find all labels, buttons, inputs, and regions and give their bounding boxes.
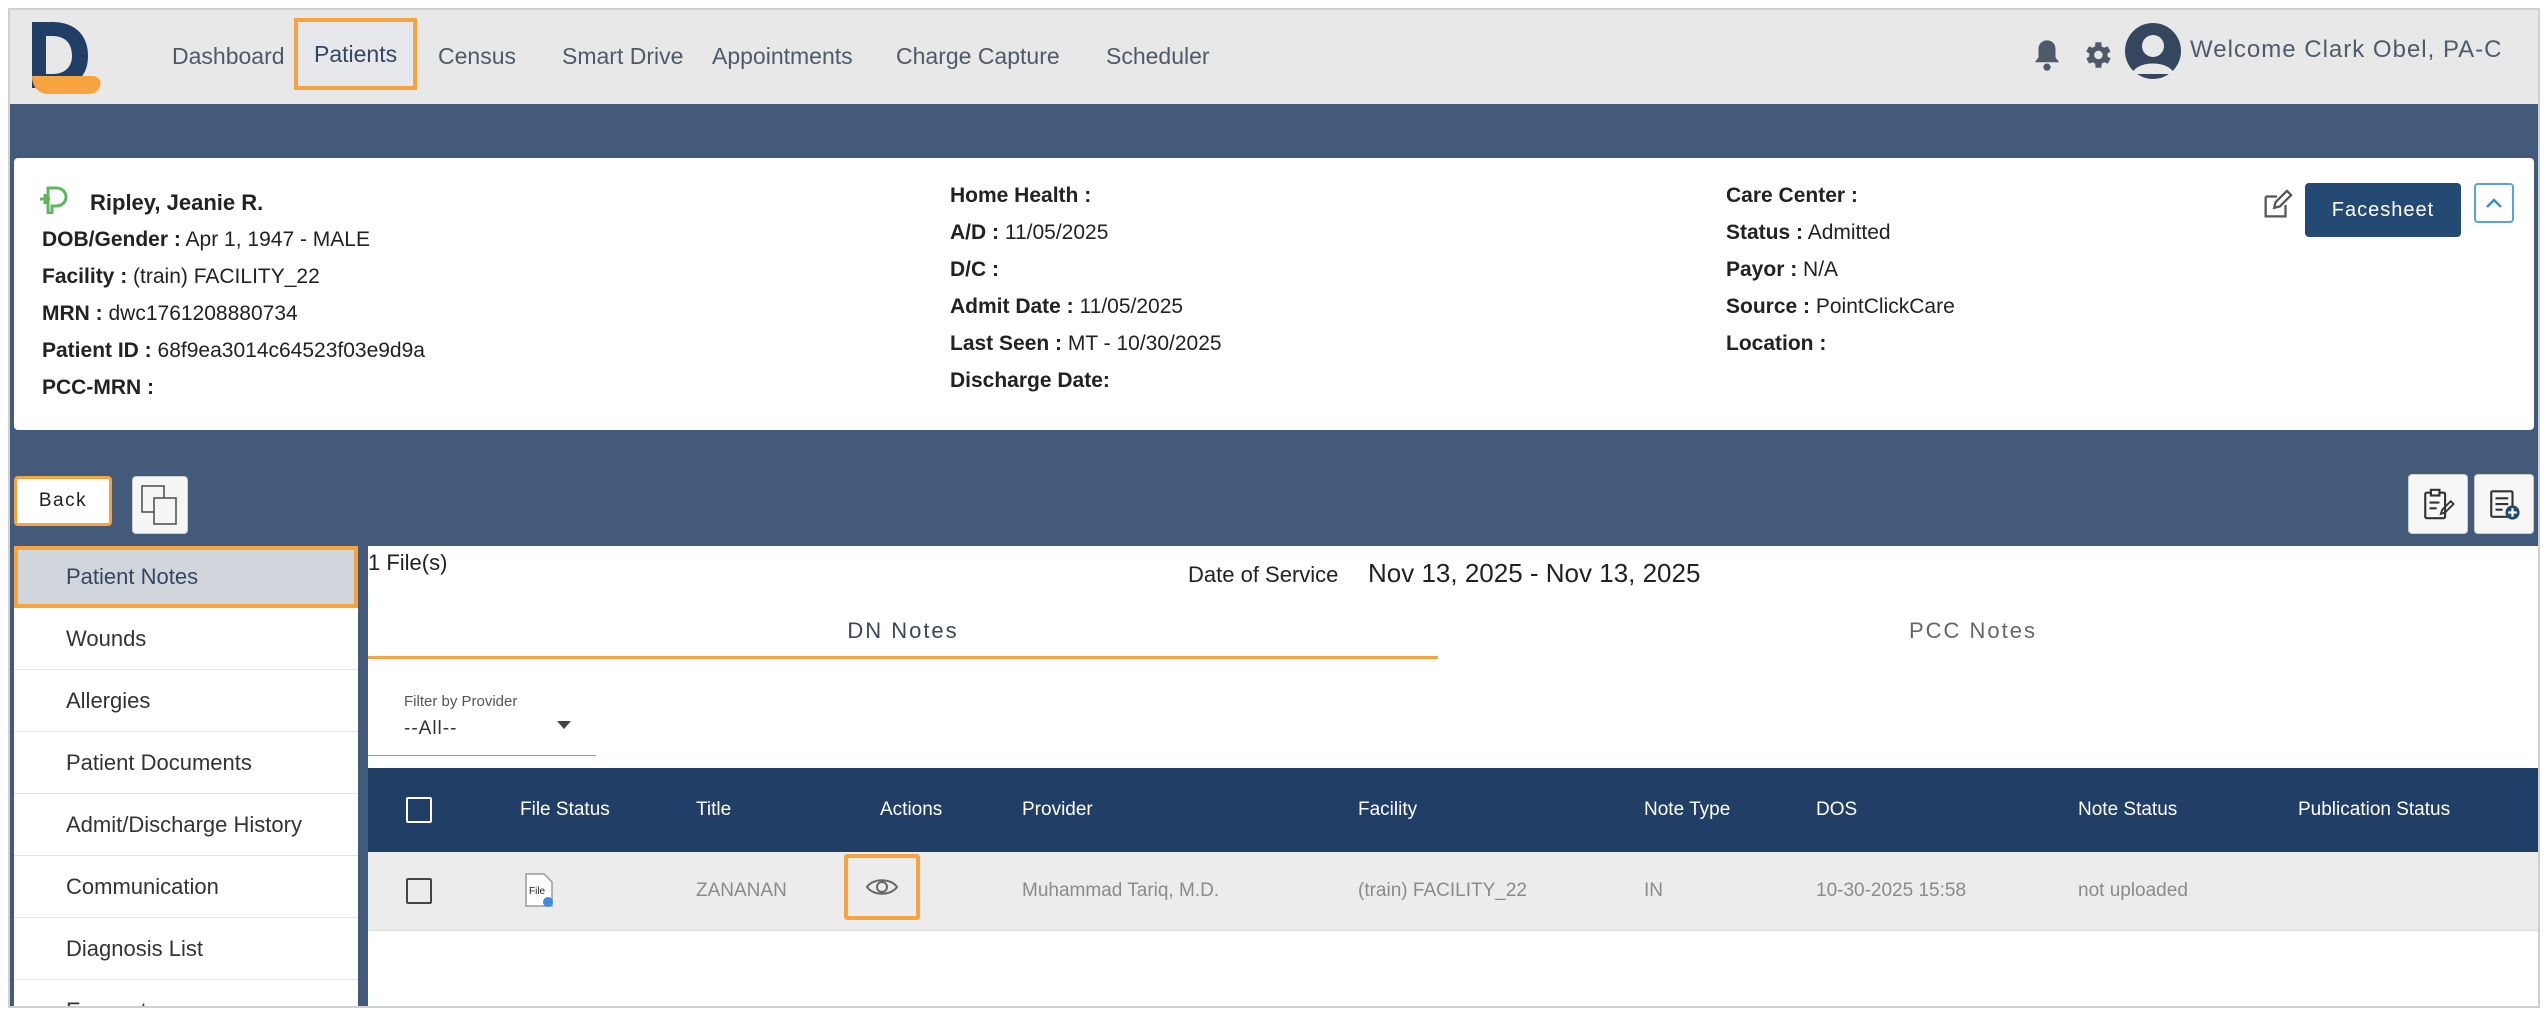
add-note-button[interactable]: [2474, 474, 2534, 534]
col-actions: Actions: [880, 799, 943, 820]
copy-icon: [141, 485, 177, 525]
tab-pcc-notes[interactable]: PCC Notes: [1438, 606, 2508, 656]
row-facility: (train) FACILITY_22: [1358, 880, 1527, 901]
col-facility[interactable]: Facility: [1358, 768, 1417, 852]
care-center: Care Center :: [1726, 184, 1858, 207]
nav-appointments[interactable]: Appointments: [700, 36, 865, 76]
copy-button[interactable]: [132, 476, 188, 534]
facility: Facility : (train) FACILITY_22: [42, 265, 320, 288]
facesheet-button[interactable]: Facesheet: [2305, 183, 2461, 237]
svg-text:File: File: [529, 886, 546, 897]
avatar[interactable]: [2124, 22, 2182, 80]
row-checkbox[interactable]: [406, 878, 432, 904]
nav-charge-capture[interactable]: Charge Capture: [884, 36, 1072, 76]
pcc-mrn: PCC-MRN :: [42, 376, 154, 399]
payor: Payor : N/A: [1726, 258, 1839, 281]
col-dos[interactable]: DOS: [1816, 768, 1857, 852]
bell-icon[interactable]: [2032, 38, 2062, 72]
date-of-service-label: Date of Service: [1188, 562, 1339, 587]
dc: D/C :: [950, 258, 999, 281]
home-health: Home Health :: [950, 184, 1092, 207]
sidebar-item-allergies[interactable]: Allergies: [14, 670, 358, 732]
patient-id: Patient ID : 68f9ea3014c64523f03e9d9a: [42, 339, 425, 362]
view-note-button[interactable]: [844, 854, 920, 920]
files-count: 1 File(s): [368, 550, 448, 575]
col-note-status[interactable]: Note Status: [2078, 768, 2177, 852]
col-provider[interactable]: Provider: [1022, 768, 1093, 852]
status: Status : Admitted: [1726, 221, 1891, 244]
filter-provider-label: Filter by Provider: [404, 693, 518, 710]
sidebar-item-wounds[interactable]: Wounds: [14, 608, 358, 670]
location: Location :: [1726, 332, 1827, 355]
edit-icon[interactable]: [2260, 188, 2294, 222]
eye-icon: [865, 879, 899, 895]
tab-dn-notes[interactable]: DN Notes: [368, 606, 1438, 659]
row-note-status: not uploaded: [2078, 880, 2188, 901]
filter-underline: [368, 755, 596, 756]
back-button[interactable]: Back: [14, 476, 112, 526]
admit-date: Admit Date : 11/05/2025: [950, 295, 1184, 318]
mrn: MRN : dwc1761208880734: [42, 302, 298, 325]
top-navbar: Dashboard Patients Census Smart Drive Ap…: [10, 10, 2538, 104]
welcome-text: Welcome Clark Obel, PA-C: [2190, 36, 2503, 63]
row-note-type: IN: [1644, 880, 1663, 901]
nav-scheduler[interactable]: Scheduler: [1094, 36, 1222, 76]
nav-census[interactable]: Census: [426, 36, 528, 76]
discharge-date: Discharge Date:: [950, 369, 1110, 392]
patient-badge-icon: [40, 186, 68, 214]
row-provider: Muhammad Tariq, M.D.: [1022, 880, 1220, 901]
table-row[interactable]: File ZANANAN Muhammad Tariq, M.D. (train…: [368, 852, 2538, 931]
date-of-service-range[interactable]: Nov 13, 2025 - Nov 13, 2025: [1368, 558, 1700, 589]
gear-icon[interactable]: [2080, 38, 2114, 72]
row-title: ZANANAN: [696, 880, 787, 901]
sidebar-item-admit-discharge-history[interactable]: Admit/Discharge History: [14, 794, 358, 856]
notes-table-header: File Status Title Actions Provider Facil…: [368, 768, 2538, 852]
dob-gender: DOB/Gender : Apr 1, 1947 - MALE: [42, 228, 370, 251]
nav-patients[interactable]: Patients: [294, 18, 418, 90]
nav-smart-drive[interactable]: Smart Drive: [550, 36, 695, 76]
last-seen: Last Seen : MT - 10/30/2025: [950, 332, 1222, 355]
chevron-up-icon: [2486, 198, 2502, 208]
app-frame: Dashboard Patients Census Smart Drive Ap…: [10, 10, 2538, 1006]
col-title[interactable]: Title: [696, 768, 731, 852]
sidebar-item-encounter[interactable]: Encounter: [14, 980, 358, 1006]
app-logo[interactable]: [28, 20, 104, 94]
patient-sidebar: Patient Notes Wounds Allergies Patient D…: [14, 546, 358, 1006]
admit-discharge: A/D : 11/05/2025: [950, 221, 1109, 244]
note-add-icon: [2490, 490, 2520, 520]
col-note-type[interactable]: Note Type: [1644, 768, 1730, 852]
source: Source : PointClickCare: [1726, 295, 1955, 318]
col-file-status[interactable]: File Status: [520, 768, 610, 852]
notes-panel: 1 File(s) Date of Service Nov 13, 2025 -…: [368, 546, 2538, 1006]
patient-name: Ripley, Jeanie R.: [90, 190, 264, 215]
sidebar-item-diagnosis-list[interactable]: Diagnosis List: [14, 918, 358, 980]
collapse-button[interactable]: [2474, 183, 2514, 223]
col-publication-status[interactable]: Publication Status: [2298, 768, 2450, 852]
nav-dashboard[interactable]: Dashboard: [160, 36, 297, 76]
file-icon[interactable]: File: [524, 872, 554, 908]
sidebar-item-patient-documents[interactable]: Patient Documents: [14, 732, 358, 794]
edit-note-button[interactable]: [2408, 474, 2468, 534]
select-all-checkbox[interactable]: [406, 797, 432, 823]
row-dos: 10-30-2025 15:58: [1816, 880, 1967, 901]
caret-down-icon[interactable]: [556, 720, 572, 730]
patient-info-card: Ripley, Jeanie R. DOB/Gender : Apr 1, 19…: [14, 158, 2534, 430]
clipboard-edit-icon: [2424, 488, 2455, 520]
sidebar-item-communication[interactable]: Communication: [14, 856, 358, 918]
sidebar-item-patient-notes[interactable]: Patient Notes: [14, 546, 358, 608]
